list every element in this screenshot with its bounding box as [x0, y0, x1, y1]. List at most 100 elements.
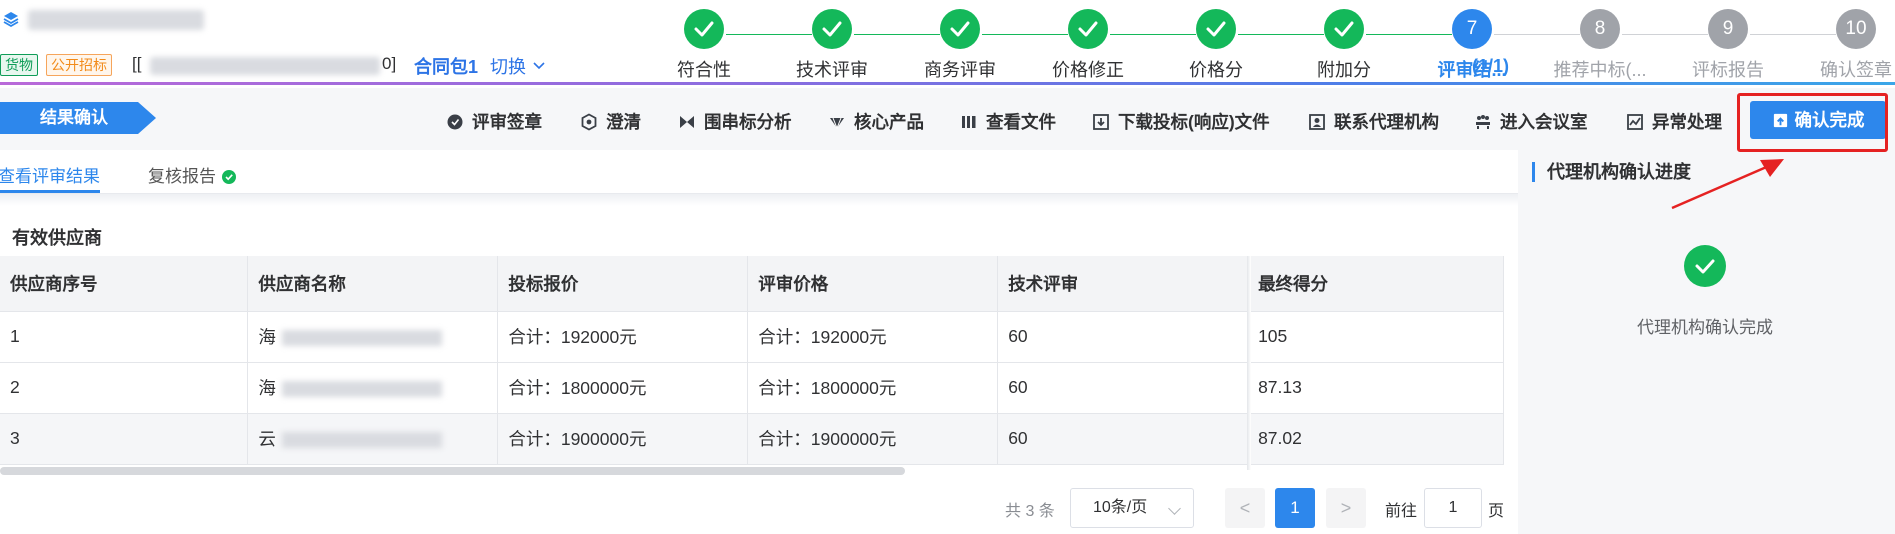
collusion-analysis-button[interactable]: 围串标分析: [678, 109, 792, 132]
tool-label: 核心产品: [854, 112, 924, 132]
final-score: 87.02: [1247, 413, 1504, 465]
contract-package: 合同包1: [414, 57, 479, 77]
name-redacted: [281, 381, 442, 398]
enter-meeting-room-button[interactable]: 进入会议室: [1474, 109, 1588, 132]
step-label: 商务评审: [924, 60, 996, 80]
tool-label: 查看文件: [986, 112, 1056, 132]
top-header: 货物 公开招标 [[ 0] 合同包1 切换 符合性 技术评审 商务评审 价格修正…: [0, 0, 1895, 85]
step-connector: [1750, 34, 1836, 35]
bid-price: 合计：1800000元: [497, 362, 749, 414]
step-connector: [1366, 34, 1452, 35]
column-header: 供应商名称: [247, 256, 499, 312]
layers-icon: [3, 12, 19, 28]
step-number: 7: [1452, 9, 1492, 49]
view-files-button[interactable]: 查看文件: [960, 109, 1056, 132]
review-signature-button[interactable]: 评审签章: [446, 109, 542, 132]
table-row: 1 海 合计：192000元 合计：192000元 60 105: [0, 311, 1504, 363]
header-divider: [0, 82, 1895, 85]
action-toolbar: 结果确认 评审签章 澄清 围串标分析 核心产品 查看文件 下载投标(响应)文件 …: [0, 88, 1895, 150]
final-score: 105: [1247, 311, 1504, 363]
tool-label: 进入会议室: [1500, 112, 1588, 132]
name-redacted: [281, 330, 442, 347]
download-bid-files-button[interactable]: 下载投标(响应)文件: [1092, 109, 1270, 132]
check-icon: [812, 9, 852, 49]
process-steps: 符合性 技术评审 商务评审 价格修正 价格分 附加分 7 评审结... 8 推荐…: [640, 6, 1892, 82]
step-connector: [1110, 34, 1196, 35]
next-page-button[interactable]: >: [1326, 488, 1366, 528]
page-size-select[interactable]: 10条/页: [1070, 488, 1194, 528]
supplier-no: 1: [0, 311, 249, 363]
active-tab-indicator: [0, 190, 100, 193]
contact-agency-button[interactable]: 联系代理机构: [1308, 109, 1439, 132]
switch-label: 切换: [490, 57, 526, 77]
arrow-icon: [1671, 159, 1784, 210]
tag-open-tender: 公开招标: [46, 54, 112, 76]
tech-score: 60: [997, 413, 1249, 465]
column-header: 投标报价: [497, 256, 749, 312]
supplier-name: 云: [258, 429, 276, 449]
bid-price: 合计：192000元: [497, 311, 749, 363]
chevron-down-icon: [1168, 502, 1181, 515]
step-connector: [1494, 34, 1580, 35]
step-connector: [854, 34, 940, 35]
step-number: 10: [1836, 9, 1876, 49]
step-progress-count: (1/1): [1472, 56, 1510, 76]
tech-score: 60: [997, 311, 1249, 363]
check-icon: [1324, 9, 1364, 49]
prev-page-button[interactable]: <: [1225, 488, 1265, 528]
core-product-button[interactable]: 核心产品: [828, 109, 924, 132]
step-label: 附加分: [1317, 60, 1371, 80]
page-size-value: 10条/页: [1093, 499, 1148, 516]
column-header: 最终得分: [1247, 256, 1504, 312]
table-row: 3 云 合计：1900000元 合计：1900000元 60 87.02: [0, 413, 1504, 465]
horizontal-scrollbar[interactable]: [0, 467, 905, 475]
switch-package-button[interactable]: 切换: [490, 53, 545, 79]
fixed-column-shadow: [1247, 256, 1251, 470]
step-connector: [1238, 34, 1324, 35]
seal-icon: [447, 114, 463, 130]
project-code-close: 0]: [382, 54, 397, 73]
tab-label: 复核报告: [148, 167, 216, 186]
bowtie-icon: [680, 116, 694, 128]
step-connector: [726, 34, 812, 35]
supplier-name: 海: [258, 378, 276, 398]
contact-card-icon: [1309, 114, 1325, 130]
meeting-icon: [1476, 115, 1490, 129]
step-label: 推荐中标(...: [1553, 60, 1647, 80]
supplier-no: 2: [0, 362, 249, 414]
chevron-down-icon: [533, 62, 545, 70]
tool-label: 联系代理机构: [1334, 112, 1439, 132]
check-circle-icon: [1684, 245, 1726, 287]
step-label: 技术评审: [796, 60, 868, 80]
clarify-button[interactable]: 澄清: [580, 109, 641, 132]
table-header-row: 供应商序号 供应商名称 投标报价 评审价格 技术评审 最终得分: [0, 256, 1504, 312]
confirm-status-text: 代理机构确认完成: [1637, 318, 1773, 337]
step-number: 9: [1708, 9, 1748, 49]
supplier-no: 3: [0, 413, 249, 465]
step-label: 确认签章: [1820, 60, 1892, 80]
tool-label: 澄清: [606, 112, 641, 132]
check-icon: [1196, 9, 1236, 49]
step-label: 价格分: [1189, 60, 1243, 80]
page-number-button[interactable]: 1: [1275, 488, 1315, 528]
eval-price: 合计：192000元: [747, 311, 999, 363]
column-header: 评审价格: [747, 256, 999, 312]
goto-page-input[interactable]: 1: [1424, 488, 1482, 528]
name-redacted: [281, 432, 442, 449]
tab-view-results[interactable]: 查看评审结果: [0, 162, 100, 187]
table-row: 2 海 合计：1800000元 合计：1800000元 60 87.13: [0, 362, 1504, 414]
goto-label: 前往: [1385, 503, 1418, 520]
tool-label: 异常处理: [1652, 112, 1722, 132]
supplier-name-cell: 云: [247, 413, 499, 465]
check-icon: [1068, 9, 1108, 49]
page-suffix-label: 页: [1488, 503, 1505, 520]
step-connector: [1622, 34, 1708, 35]
download-icon: [1093, 114, 1109, 130]
project-code-redacted: [150, 57, 380, 75]
supplier-name-cell: 海: [247, 362, 499, 414]
tab-review-report[interactable]: 复核报告: [148, 162, 236, 187]
eval-price: 合计：1900000元: [747, 413, 999, 465]
exception-handling-button[interactable]: 异常处理: [1626, 109, 1722, 132]
pagination-total: 共 3 条: [1005, 503, 1055, 520]
stage-indicator: 结果确认: [0, 102, 156, 134]
